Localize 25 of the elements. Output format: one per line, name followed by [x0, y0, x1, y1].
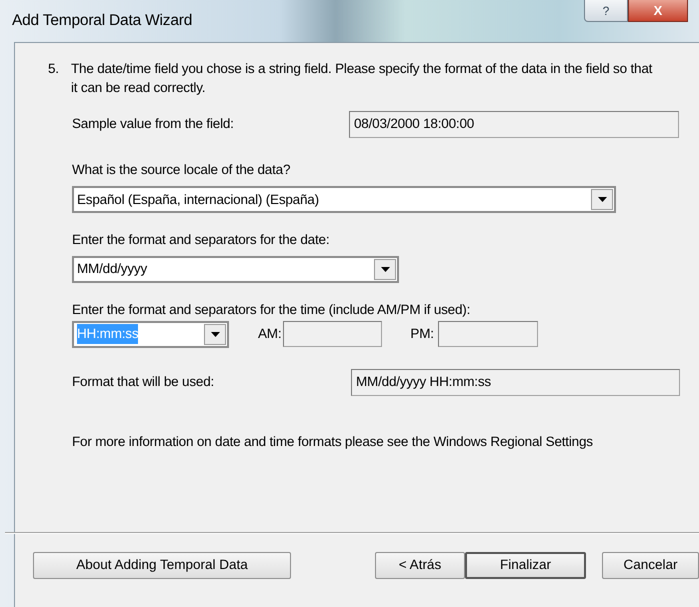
dropdown-arrow-icon: [210, 332, 220, 337]
time-format-label: Enter the format and separators for the time (include AM/PM if used):: [72, 300, 472, 319]
instruction-text: The date/time field you chose is a string field. Please specify the format of the data in the field so that it can be read correctly.: [71, 60, 654, 97]
sample-value-field: 08/03/2000 18:00:00: [349, 111, 679, 138]
pm-label: PM:: [410, 325, 434, 344]
am-field[interactable]: [283, 321, 382, 348]
help-button[interactable]: ?: [584, 0, 628, 22]
locale-dropdown[interactable]: Español (España, internacional) (España): [72, 186, 616, 214]
date-format-label: Enter the format and separators for the date:: [72, 231, 330, 250]
date-format-dropdown[interactable]: MM/dd/yyyy: [72, 256, 399, 282]
info-text: For more information on date and time formats please see the Windows Regional Settings: [72, 432, 594, 451]
am-label: AM:: [258, 325, 282, 344]
step-number: 5.: [48, 60, 60, 78]
format-value-field: MM/dd/yyyy HH:mm:ss: [351, 368, 680, 396]
locale-label: What is the source locale of the data?: [72, 161, 292, 179]
dropdown-arrow-icon: [598, 197, 606, 202]
wizard-button[interactable]: < Atrás: [375, 552, 465, 579]
wizard-button[interactable]: About Adding Temporal Data: [33, 552, 291, 579]
dropdown-arrow-icon: [380, 266, 390, 272]
sample-label: Sample value from the field:: [72, 115, 235, 134]
pm-field[interactable]: [438, 321, 538, 348]
window-title: Add Temporal Data Wizard: [12, 11, 192, 32]
format-label: Format that will be used:: [72, 373, 216, 392]
wizard-button[interactable]: Cancelar: [602, 552, 699, 579]
wizard-button[interactable]: Finalizar: [465, 552, 586, 579]
